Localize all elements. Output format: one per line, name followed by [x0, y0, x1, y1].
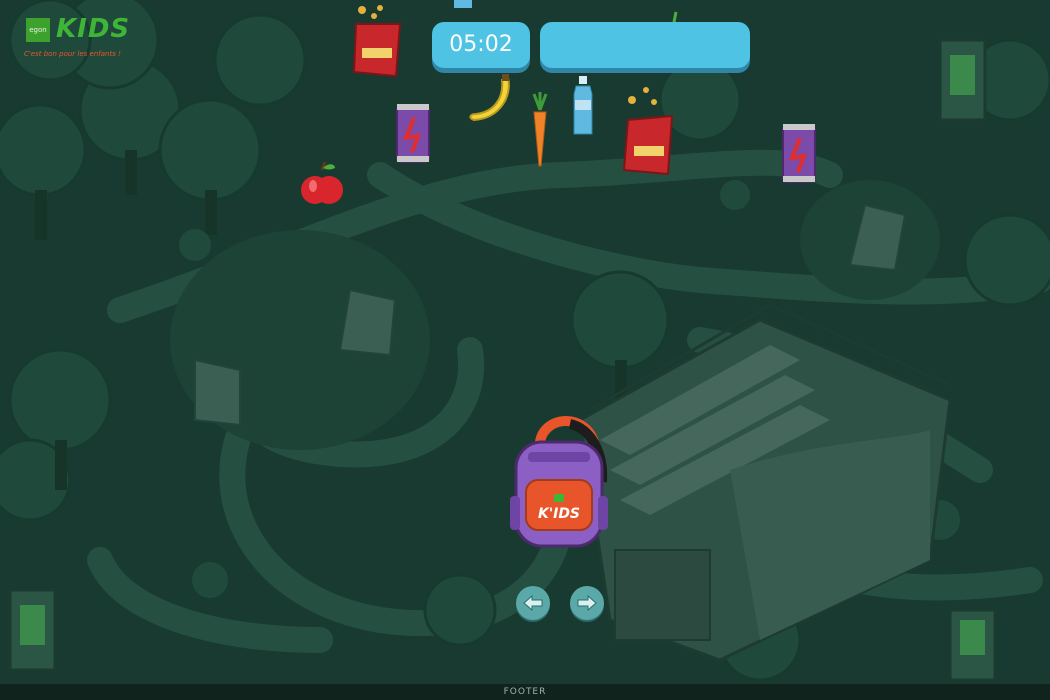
game-stage: egon KIDS C'est bon pour les enfants ! 0… [0, 0, 1050, 700]
water-bottle-item[interactable] [572, 76, 594, 136]
water-bottle-item[interactable] [452, 0, 474, 10]
chips-bag-item[interactable] [620, 86, 676, 178]
logo-kids-text: KIDS [56, 14, 131, 44]
logo-badge: egon [26, 18, 50, 42]
backpack-label: K'IDS [538, 506, 580, 522]
arrow-left-icon [523, 595, 543, 611]
soda-can-item[interactable] [396, 102, 430, 164]
footer: FOOTER [0, 684, 1050, 700]
logo-subtitle: C'est bon pour les enfants ! [24, 50, 121, 58]
timer-display: 05:02 [432, 22, 530, 68]
soda-can-item[interactable] [782, 122, 816, 184]
carrot-item[interactable] [526, 92, 554, 168]
apple-item[interactable] [301, 162, 343, 210]
move-left-button[interactable] [516, 586, 550, 620]
score-progress-bar [540, 22, 750, 68]
egon-kids-logo: egon KIDS C'est bon pour les enfants ! [22, 14, 132, 74]
backpack-player[interactable]: K'IDS [510, 412, 610, 550]
arrow-right-icon [577, 595, 597, 611]
chips-bag-item[interactable] [350, 2, 406, 80]
banana-item[interactable] [466, 74, 516, 126]
move-right-button[interactable] [570, 586, 604, 620]
